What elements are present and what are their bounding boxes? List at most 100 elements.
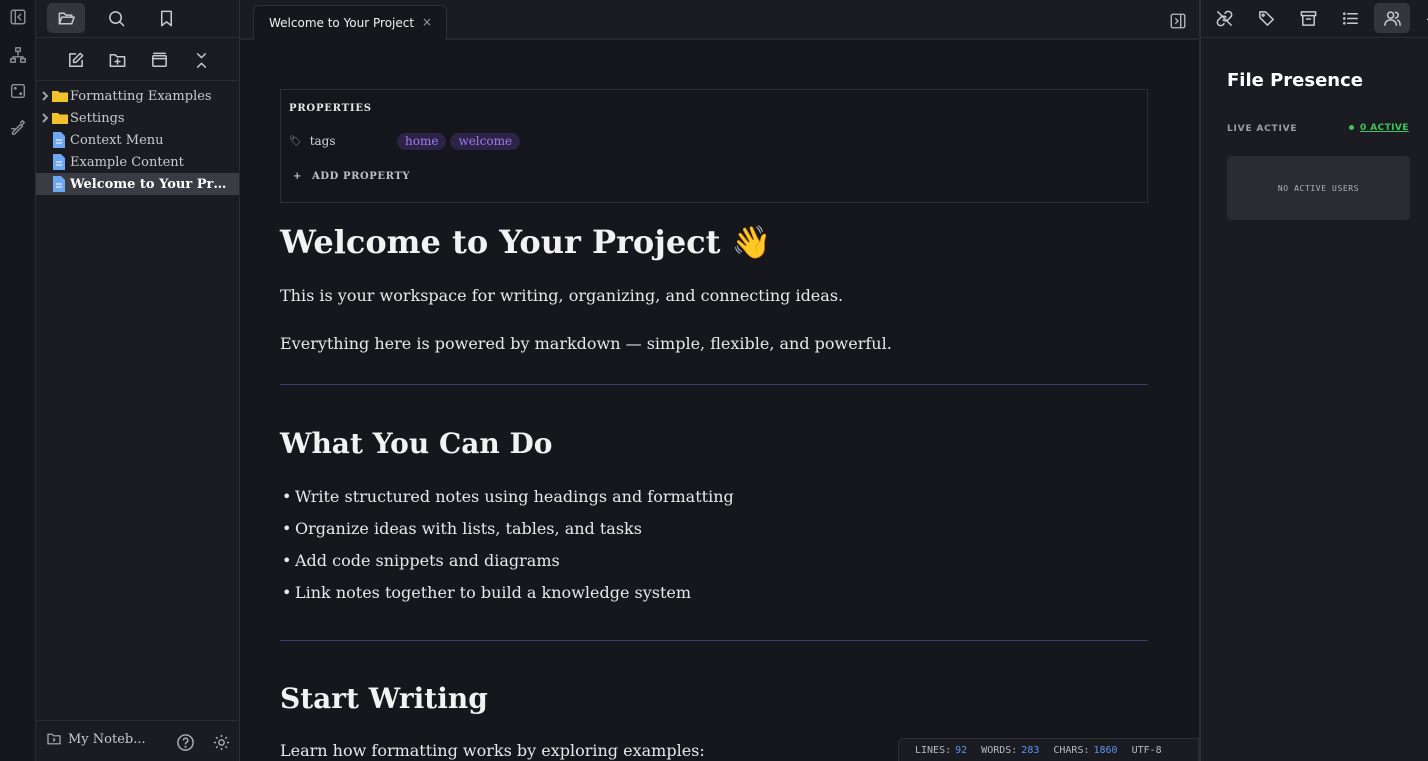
tree-file-welcome[interactable]: Welcome to Your Proj... [36, 173, 239, 195]
horizontal-rule [280, 384, 1148, 385]
list-item: • Organize ideas with lists, tables, and … [282, 519, 642, 538]
bookmark-icon [160, 10, 172, 26]
tag-icon: 🏷 [289, 135, 302, 147]
file-icon [52, 132, 68, 148]
editor-area: Welcome to Your Project × PROPERTIES 🏷 t… [240, 0, 1199, 761]
chevron-right-icon[interactable] [36, 113, 52, 123]
chars-count: 1860 [1093, 744, 1118, 756]
gear-icon [213, 734, 229, 750]
list-icon [1342, 11, 1358, 25]
list-item: • Add code snippets and diagrams [282, 551, 560, 570]
add-property-button[interactable]: + ADD PROPERTY [293, 171, 410, 182]
start-writing-paragraph: Learn how formatting works by exploring … [280, 741, 705, 760]
intro-paragraph-1: This is your workspace for writing, orga… [280, 286, 844, 305]
tab-bar: Welcome to Your Project × [240, 0, 1199, 40]
encoding: UTF-8 [1131, 744, 1162, 756]
words-count: 283 [1021, 744, 1040, 756]
users-icon [1383, 10, 1401, 26]
pin-icon [1426, 17, 1428, 25]
more-tab[interactable] [1416, 3, 1428, 33]
lines-label: LINES: [915, 744, 952, 756]
tags-tab[interactable] [1248, 3, 1284, 33]
active-count-link[interactable]: 0 ACTIVE [1349, 123, 1409, 133]
tab-title: Welcome to Your Project [269, 16, 415, 30]
vault-switcher[interactable]: My Noteb... [46, 731, 146, 747]
status-dot-icon [1349, 125, 1354, 130]
archive-tab[interactable] [1290, 3, 1326, 33]
tags-icon [1258, 10, 1274, 26]
property-key[interactable]: 🏷 tags [289, 134, 397, 148]
words-label: WORDS: [981, 744, 1018, 756]
left-ribbon [0, 0, 36, 761]
settings-button[interactable] [209, 730, 233, 754]
tree-item-label: Example Content [70, 154, 184, 170]
heading-start-writing: Start Writing [280, 682, 488, 715]
status-bar: LINES: 92 WORDS: 283 CHARS: 1860 UTF-8 [898, 738, 1199, 761]
list-item: • Link notes together to build a knowledg… [282, 583, 692, 602]
search-icon [108, 10, 124, 26]
tree-file-example-content[interactable]: Example Content [36, 151, 239, 173]
folder-plus-icon [109, 53, 125, 67]
bookmarks-tab[interactable] [147, 3, 185, 33]
vault-name: My Noteb... [68, 731, 146, 747]
document-content: PROPERTIES 🏷 tags home welcome + ADD PROP… [280, 89, 1148, 760]
new-note-button[interactable] [61, 47, 89, 73]
properties-panel: PROPERTIES 🏷 tags home welcome + ADD PROP… [280, 89, 1148, 203]
draw-icon[interactable] [3, 113, 33, 141]
feature-list: • Write structured notes using headings a… [280, 487, 734, 615]
chars-label: CHARS: [1053, 744, 1090, 756]
outline-tab[interactable] [1332, 3, 1368, 33]
vault-icon [47, 733, 61, 745]
file-sidebar: Formatting Examples Settings Context Men… [36, 0, 240, 761]
presence-tab[interactable] [1374, 3, 1410, 33]
collapse-all-button[interactable] [187, 47, 215, 73]
file-icon [52, 176, 68, 192]
folder-icon [52, 110, 68, 126]
document-title: Welcome to Your Project 👋 [280, 223, 772, 261]
close-tab-icon[interactable]: × [422, 15, 432, 29]
chevron-right-icon[interactable] [36, 91, 52, 101]
tree-file-context-menu[interactable]: Context Menu [36, 129, 239, 151]
sidebar-right-icon [1170, 13, 1186, 29]
sidebar-toolbar [36, 38, 239, 81]
tag-pill-home[interactable]: home [397, 132, 447, 150]
toggle-right-sidebar-button[interactable] [1167, 10, 1189, 32]
add-property-label: ADD PROPERTY [311, 171, 411, 182]
search-tab[interactable] [97, 3, 135, 33]
tree-item-label: Context Menu [70, 132, 164, 148]
archive-icon [1300, 10, 1316, 26]
plus-icon: + [293, 171, 302, 182]
live-active-label: LIVE ACTIVE [1227, 124, 1298, 134]
horizontal-rule [280, 640, 1148, 641]
panel-title: File Presence [1227, 70, 1364, 91]
folder-open-icon [58, 12, 75, 24]
right-sidebar: File Presence LIVE ACTIVE 0 ACTIVE NO AC… [1199, 0, 1428, 761]
files-tab[interactable] [47, 3, 85, 33]
edit-icon [68, 52, 83, 67]
sidebar-tab-bar [36, 0, 239, 38]
help-icon [176, 733, 194, 751]
tree-item-label: Formatting Examples [70, 88, 212, 104]
backlinks-tab[interactable] [1206, 3, 1242, 33]
sort-button[interactable] [145, 47, 173, 73]
chevrons-collapse-icon [196, 52, 206, 68]
tree-folder-settings[interactable]: Settings [36, 107, 239, 129]
layout-icon [151, 52, 167, 67]
tree-item-label: Settings [70, 110, 125, 126]
waving-hand-emoji: 👋 [731, 223, 772, 261]
new-folder-button[interactable] [103, 47, 131, 73]
no-active-users-box: NO ACTIVE USERS [1227, 156, 1410, 220]
intro-paragraph-2: Everything here is powered by markdown —… [280, 334, 892, 353]
list-item: • Write structured notes using headings a… [282, 487, 734, 506]
heading-what-you-can-do: What You Can Do [280, 427, 553, 460]
graph-view-icon[interactable] [3, 41, 33, 69]
folder-icon [52, 88, 68, 104]
file-tree: Formatting Examples Settings Context Men… [36, 85, 239, 195]
collapse-sidebar-icon[interactable] [3, 3, 33, 31]
tag-pill-welcome[interactable]: welcome [450, 132, 521, 150]
help-button[interactable] [173, 730, 197, 754]
tree-folder-formatting-examples[interactable]: Formatting Examples [36, 85, 239, 107]
tab-welcome[interactable]: Welcome to Your Project × [253, 5, 447, 40]
property-row-tags: 🏷 tags home welcome [289, 132, 524, 150]
random-note-icon[interactable] [3, 77, 33, 105]
